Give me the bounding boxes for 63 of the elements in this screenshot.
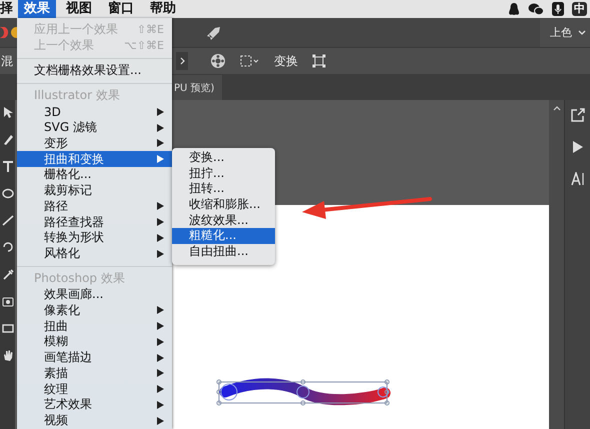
menu-item[interactable]: 像素化 [17, 302, 172, 318]
line-icon[interactable] [2, 214, 14, 227]
rocket-icon[interactable] [206, 24, 222, 40]
document-tab[interactable]: PU 预览) [172, 75, 222, 100]
menu-section-header: Illustrator 效果 [33, 88, 121, 104]
rectangle-icon[interactable] [2, 322, 14, 335]
menu-item[interactable]: 模糊 [17, 334, 172, 350]
menu-item[interactable]: 自由扭曲... [172, 244, 275, 260]
menu-item[interactable]: 素描 [17, 366, 172, 382]
menu-item[interactable]: 视频 [17, 412, 172, 428]
eyedropper-icon[interactable] [2, 268, 14, 281]
chevron-right-icon [180, 57, 184, 65]
menu-item[interactable]: 栅格化... [17, 167, 172, 183]
character-panel-icon[interactable] [570, 172, 584, 186]
menu-bar-item[interactable]: 择 [0, 0, 15, 18]
selection-arrow-icon[interactable] [2, 106, 14, 119]
menu-item[interactable]: 效果画廊... [17, 286, 172, 302]
menu-item[interactable]: 扭拧... [172, 166, 275, 182]
menu-item[interactable]: 变换... [172, 150, 275, 166]
menu-item[interactable]: 纹理 [17, 381, 172, 397]
shortcut-label: ⌥⇧⌘E [124, 39, 164, 52]
input-method-indicator[interactable]: 中 [572, 2, 587, 16]
menu-bar-item[interactable]: 效果 [18, 0, 56, 18]
menu-item[interactable]: 裁剪标记 [17, 182, 172, 198]
transform-link[interactable]: 变换 [274, 52, 298, 70]
workspace-switcher[interactable]: 上色 [540, 18, 590, 46]
menu-item[interactable]: 3D [17, 104, 172, 120]
dashed-selection-icon[interactable] [240, 54, 260, 68]
menu-item[interactable]: 路径 [17, 198, 172, 214]
menu-item[interactable]: 粗糙化... [172, 228, 275, 244]
menu-item[interactable]: 艺术效果 [17, 397, 172, 413]
menu-item[interactable]: 风格化 [17, 246, 172, 262]
menu-item[interactable]: 画笔描边 [17, 350, 172, 366]
menu-bar-item[interactable]: 视图 [60, 0, 98, 18]
menu-item[interactable]: 路径查找器 [17, 214, 172, 230]
play-icon[interactable] [572, 140, 584, 154]
menu-item[interactable]: 扭曲和变换 [17, 151, 172, 167]
menu-item[interactable]: 扭曲 [17, 318, 172, 334]
menu-item[interactable]: 转换为形状 [17, 230, 172, 246]
menu-item[interactable]: 变形 [17, 136, 172, 152]
rotate-icon[interactable] [2, 241, 14, 254]
menu-item[interactable]: SVG 滤镜 [17, 120, 172, 136]
menu-bar-item[interactable]: 窗口 [102, 0, 140, 18]
menu-item[interactable]: 文档栅格效果设置... [17, 63, 172, 79]
chevron-down-icon [578, 30, 586, 35]
menu-section-header: Photoshop 效果 [33, 271, 126, 287]
chat-bubbles-icon[interactable] [528, 2, 544, 16]
next-button[interactable] [176, 52, 188, 70]
menu-item[interactable]: 收缩和膨胀... [172, 197, 275, 213]
menu-item[interactable]: 波纹效果... [172, 212, 275, 228]
scroll-up-icon[interactable] [552, 106, 560, 111]
control-label: 混 [1, 52, 13, 70]
hand-icon[interactable] [2, 349, 14, 362]
bounding-box-icon[interactable] [312, 54, 326, 68]
vertical-scrollbar[interactable] [549, 100, 564, 429]
menu-bar-item[interactable]: 帮助 [144, 0, 182, 18]
menu-item[interactable]: 扭转... [172, 181, 275, 198]
external-link-icon[interactable] [570, 108, 584, 122]
ellipse-icon[interactable] [2, 187, 14, 200]
shortcut-label: ⇧⌘E [136, 23, 164, 36]
selected-path-drawing[interactable] [216, 378, 390, 406]
type-icon[interactable] [2, 160, 14, 173]
microphone-icon[interactable] [552, 2, 564, 16]
